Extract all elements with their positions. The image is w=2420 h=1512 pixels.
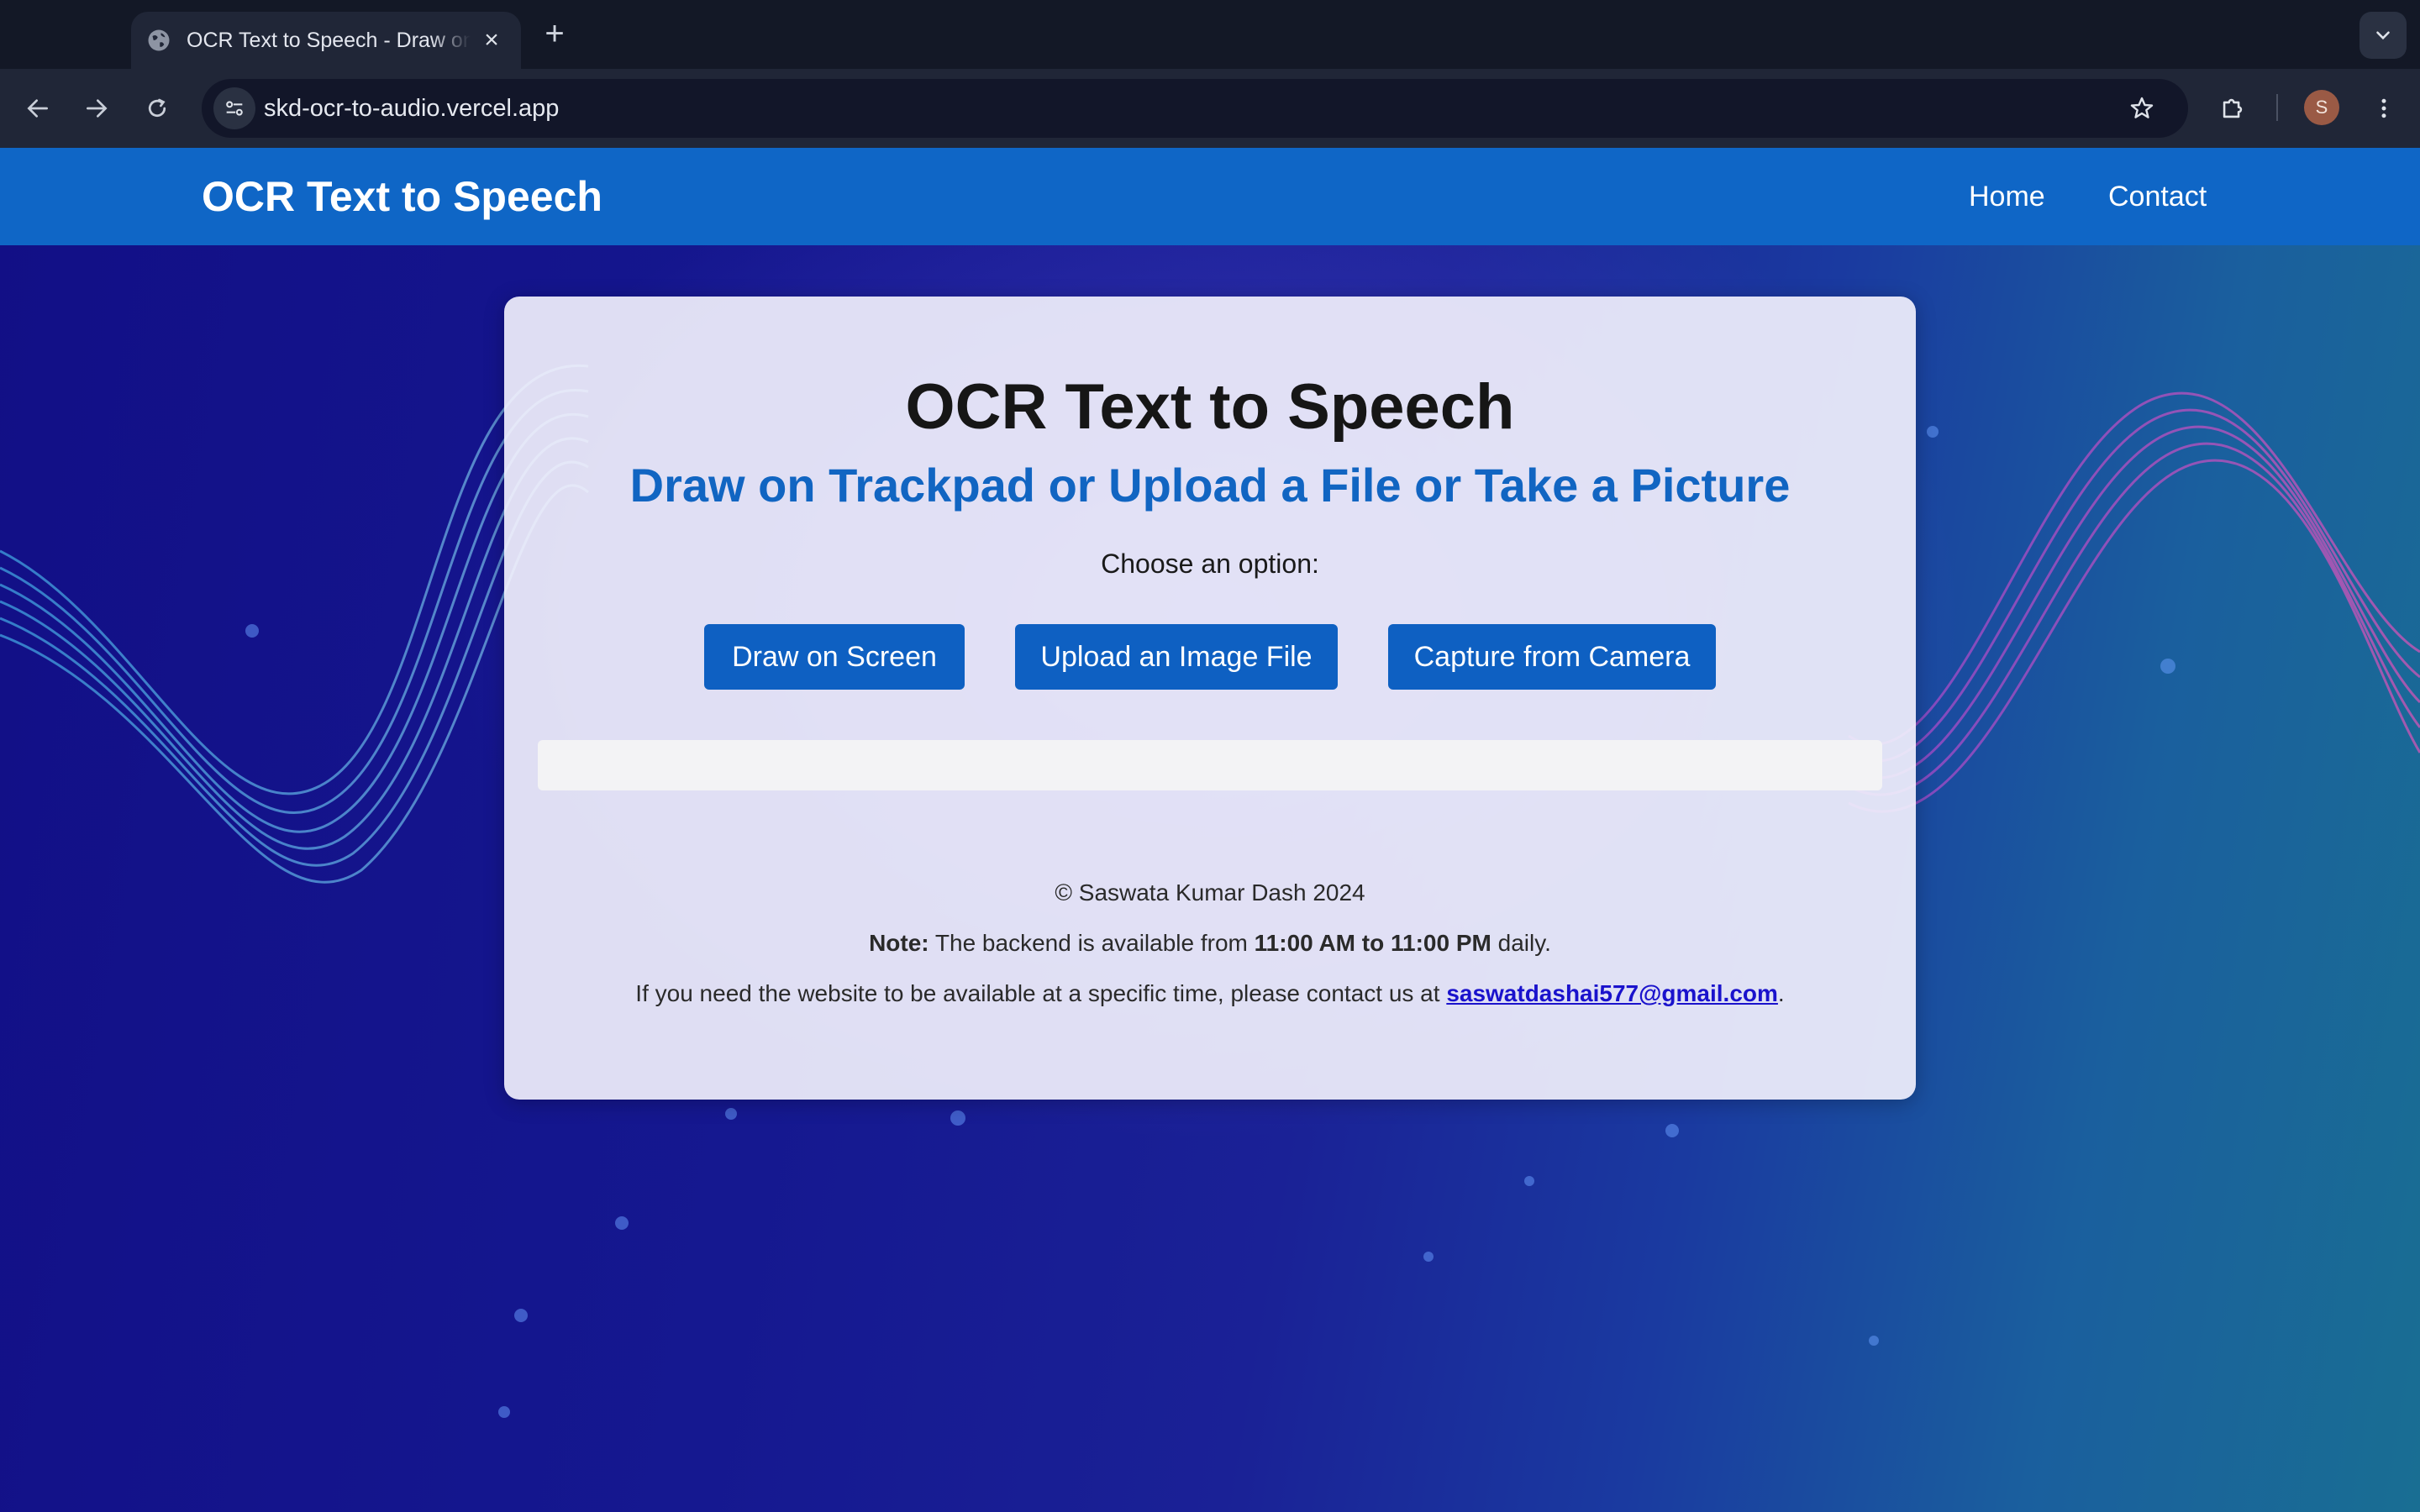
browser-toolbar: skd-ocr-to-audio.vercel.app bbox=[0, 69, 2420, 148]
site-brand[interactable]: OCR Text to Speech bbox=[202, 148, 602, 245]
main-card: OCR Text to Speech Draw on Trackpad or U… bbox=[504, 297, 1916, 1100]
contact-email-link[interactable]: saswatdashai577@gmail.com bbox=[1446, 980, 1778, 1006]
plus-icon[interactable]: + bbox=[538, 15, 571, 52]
draw-on-screen-button[interactable]: Draw on Screen bbox=[704, 624, 965, 690]
note-label: Note: bbox=[869, 930, 929, 956]
upload-image-button[interactable]: Upload an Image File bbox=[1015, 624, 1338, 690]
contact-period: . bbox=[1777, 980, 1785, 1006]
avatar[interactable]: S bbox=[2304, 90, 2339, 125]
extensions-button[interactable] bbox=[2212, 87, 2254, 129]
nav-home-link[interactable]: Home bbox=[1969, 148, 2045, 245]
forward-arrow-icon bbox=[87, 99, 108, 118]
site-navbar: OCR Text to Speech Home Contact bbox=[0, 148, 2420, 245]
browser-menu-button[interactable] bbox=[2363, 87, 2405, 129]
back-arrow-icon bbox=[27, 99, 48, 118]
close-icon[interactable]: × bbox=[479, 28, 504, 53]
tab-title: OCR Text to Speech - Draw on Screen bbox=[187, 28, 471, 52]
address-bar[interactable]: skd-ocr-to-audio.vercel.app bbox=[202, 79, 2188, 138]
capture-camera-button[interactable]: Capture from Camera bbox=[1388, 624, 1716, 690]
url-text[interactable]: skd-ocr-to-audio.vercel.app bbox=[264, 79, 559, 138]
extensions-icon bbox=[2223, 98, 2243, 118]
more-vert-icon bbox=[2381, 98, 2386, 118]
toolbar-divider bbox=[2276, 94, 2278, 121]
copyright-text: © Saswata Kumar Dash 2024 bbox=[1055, 879, 1365, 906]
note-text-post: daily. bbox=[1491, 930, 1551, 956]
browser-tab[interactable]: OCR Text to Speech - Draw on Screen × bbox=[131, 12, 521, 69]
chevron-down-icon bbox=[2376, 31, 2390, 40]
ocr-output-area bbox=[538, 740, 1882, 790]
globe-icon bbox=[148, 29, 170, 51]
page-subtitle: Draw on Trackpad or Upload a File or Tak… bbox=[629, 459, 1791, 512]
bookmark-button[interactable] bbox=[2121, 87, 2163, 129]
page-title: OCR Text to Speech bbox=[905, 371, 1515, 443]
note-text-pre: The backend is available from bbox=[929, 930, 1255, 956]
nav-contact-link[interactable]: Contact bbox=[2108, 148, 2207, 245]
forward-button[interactable] bbox=[76, 87, 118, 129]
reload-icon bbox=[148, 98, 166, 118]
star-icon bbox=[2130, 97, 2154, 118]
note-hours: 11:00 AM to 11:00 PM bbox=[1254, 930, 1491, 956]
browser-tab-strip: OCR Text to Speech - Draw on Screen × + bbox=[0, 0, 2420, 69]
site-info-icon bbox=[226, 101, 243, 116]
site-info-button[interactable] bbox=[213, 87, 255, 129]
page-viewport: OCR Text to Speech Home Contact OCR Text… bbox=[0, 148, 2420, 1512]
contact-line: If you need the website to be available … bbox=[504, 980, 1916, 1007]
reload-button[interactable] bbox=[136, 87, 178, 129]
contact-text: If you need the website to be available … bbox=[635, 980, 1447, 1006]
back-button[interactable] bbox=[17, 87, 59, 129]
choose-option-label: Choose an option: bbox=[1101, 549, 1319, 579]
backend-availability-note: Note: The backend is available from 11:0… bbox=[504, 930, 1916, 957]
tab-search-button[interactable] bbox=[2360, 12, 2407, 59]
